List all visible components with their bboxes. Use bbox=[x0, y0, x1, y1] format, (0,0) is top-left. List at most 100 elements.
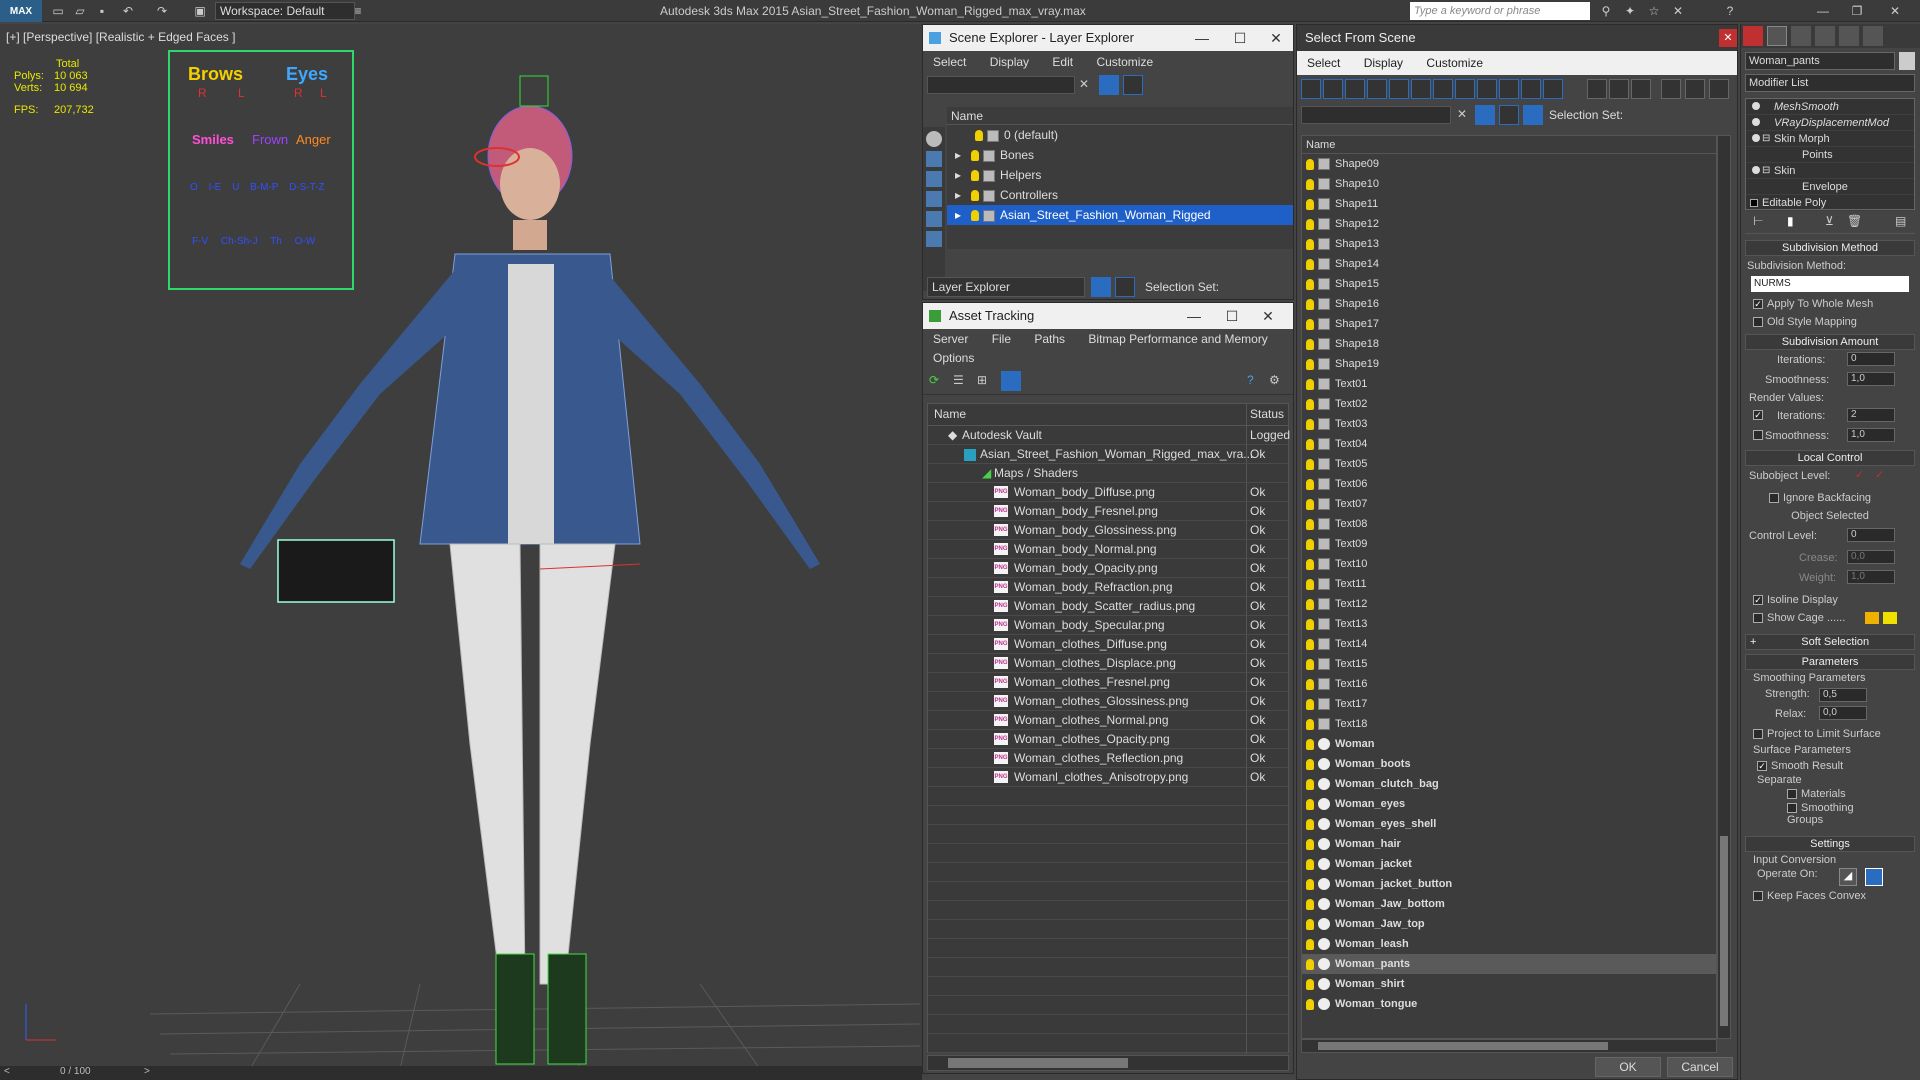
explorer-type-dropdown[interactable]: Layer Explorer bbox=[927, 277, 1085, 297]
select-invert-icon[interactable] bbox=[1631, 79, 1651, 99]
object-row[interactable]: Shape19 bbox=[1302, 354, 1716, 374]
layer-tools-icon[interactable] bbox=[1499, 105, 1519, 125]
select-from-scene-titlebar[interactable]: Select From Scene ✕ bbox=[1297, 25, 1737, 51]
bulb-icon[interactable] bbox=[1306, 358, 1314, 370]
timeline-bar[interactable]: < 0 / 100 > bbox=[0, 1066, 922, 1080]
bulb-icon[interactable] bbox=[1306, 338, 1314, 350]
object-row[interactable]: Text05 bbox=[1302, 454, 1716, 474]
operate-on-faces-icon[interactable]: ◢ bbox=[1839, 868, 1857, 886]
filter-bones-icon[interactable] bbox=[1477, 79, 1497, 99]
asset-tracking-minimize-icon[interactable]: — bbox=[1179, 303, 1209, 329]
bulb-icon[interactable] bbox=[1306, 218, 1314, 230]
select-all-icon[interactable] bbox=[1587, 79, 1607, 99]
hierarchy-tab-icon[interactable] bbox=[1791, 26, 1811, 46]
scene-explorer-maximize-icon[interactable]: ☐ bbox=[1225, 25, 1255, 51]
control-level-spinner[interactable]: 0 bbox=[1847, 528, 1895, 542]
sidebar-helpers-icon[interactable] bbox=[926, 211, 942, 227]
help-icon[interactable]: ? bbox=[1720, 2, 1740, 20]
bulb-icon[interactable] bbox=[1306, 778, 1314, 790]
modifier-toggle-icon[interactable] bbox=[1752, 102, 1760, 110]
object-row[interactable]: Text17 bbox=[1302, 694, 1716, 714]
ignore-backfacing-checkbox[interactable] bbox=[1769, 493, 1779, 504]
asset-row[interactable]: PNG Woman_body_Diffuse.png Ok bbox=[928, 483, 1288, 502]
modifier-stack-item[interactable]: MeshSmooth bbox=[1746, 99, 1914, 115]
modifier-stack-item[interactable]: Envelope bbox=[1746, 179, 1914, 195]
modifier-stack-item[interactable]: Editable Poly bbox=[1746, 195, 1914, 211]
edge-level-icon[interactable]: ✓ bbox=[1875, 468, 1884, 481]
star-icon[interactable]: ☆ bbox=[1644, 2, 1664, 20]
object-row[interactable]: Text08 bbox=[1302, 514, 1716, 534]
create-tab-icon[interactable] bbox=[1743, 26, 1763, 46]
search-input[interactable]: Type a keyword or phrase bbox=[1410, 2, 1590, 20]
bulb-icon[interactable] bbox=[971, 190, 980, 202]
bulb-icon[interactable] bbox=[1306, 278, 1314, 290]
close-icon[interactable]: ✕ bbox=[1880, 2, 1910, 20]
show-cage-option[interactable]: Show Cage ...... bbox=[1753, 612, 1907, 624]
object-row[interactable]: Shape10 bbox=[1302, 174, 1716, 194]
utilities-tab-icon[interactable] bbox=[1863, 26, 1883, 46]
bulb-icon[interactable] bbox=[975, 130, 983, 142]
asset-row[interactable]: PNG Woman_body_Scatter_radius.png Ok bbox=[928, 597, 1288, 616]
iterations-spinner[interactable]: 0 bbox=[1847, 352, 1895, 366]
modifier-expand-icon[interactable]: ⊟ bbox=[1762, 163, 1770, 179]
expand-icon[interactable]: ▸ bbox=[955, 188, 961, 202]
display-filter-icon[interactable] bbox=[1661, 79, 1681, 99]
object-row[interactable]: Text16 bbox=[1302, 674, 1716, 694]
relax-spinner[interactable]: 0,0 bbox=[1819, 706, 1867, 720]
asset-row[interactable]: PNG Woman_clothes_Diffuse.png Ok bbox=[928, 635, 1288, 654]
tools-icon[interactable]: ✦ bbox=[1620, 2, 1640, 20]
object-row[interactable]: Woman bbox=[1302, 734, 1716, 754]
bulb-icon[interactable] bbox=[1306, 598, 1314, 610]
object-row[interactable]: Woman_eyes bbox=[1302, 794, 1716, 814]
asset-tracking-close-icon[interactable]: ✕ bbox=[1253, 303, 1283, 329]
layer-row[interactable]: ▸ Bones bbox=[947, 145, 1293, 165]
expand-icon[interactable]: ▸ bbox=[955, 148, 961, 162]
bulb-icon[interactable] bbox=[1306, 438, 1314, 450]
list-view-icon[interactable]: ☰ bbox=[953, 373, 964, 387]
asset-tracking-titlebar[interactable]: Asset Tracking — ☐ ✕ bbox=[923, 303, 1293, 329]
bulb-icon[interactable] bbox=[1306, 698, 1314, 710]
object-row[interactable]: Woman_boots bbox=[1302, 754, 1716, 774]
menu-select[interactable]: Select bbox=[933, 55, 966, 69]
bulb-icon[interactable] bbox=[1306, 398, 1314, 410]
scroll-thumb[interactable] bbox=[948, 1058, 1128, 1068]
table-view-icon[interactable] bbox=[1001, 371, 1021, 391]
apply-whole-mesh-checkbox[interactable]: ✓ bbox=[1753, 299, 1763, 310]
menu-edit[interactable]: Edit bbox=[1052, 55, 1073, 69]
object-row[interactable]: Text18 bbox=[1302, 714, 1716, 734]
tree-view-icon[interactable]: ⊞ bbox=[977, 373, 987, 387]
object-row[interactable]: Shape18 bbox=[1302, 334, 1716, 354]
bulb-icon[interactable] bbox=[1306, 478, 1314, 490]
bulb-icon[interactable] bbox=[1306, 858, 1314, 870]
object-row[interactable]: Text07 bbox=[1302, 494, 1716, 514]
menu-server[interactable]: Server bbox=[933, 332, 968, 346]
pin-stack-icon[interactable]: ⊢ bbox=[1753, 214, 1763, 228]
ignore-backfacing-option[interactable]: Ignore Backfacing bbox=[1769, 492, 1891, 504]
object-row[interactable]: Text10 bbox=[1302, 554, 1716, 574]
project-limit-checkbox[interactable] bbox=[1753, 729, 1763, 740]
new-file-icon[interactable]: ▭ bbox=[48, 2, 68, 20]
asset-row[interactable]: PNG Woman_clothes_Displace.png Ok bbox=[928, 654, 1288, 673]
materials-checkbox[interactable] bbox=[1787, 789, 1797, 800]
collapse-icon[interactable] bbox=[1709, 79, 1729, 99]
selection-set-icon[interactable] bbox=[1523, 105, 1543, 125]
select-from-scene-close-icon[interactable]: ✕ bbox=[1719, 29, 1737, 47]
layer-row[interactable]: ▸ Controllers bbox=[947, 185, 1293, 205]
bulb-icon[interactable] bbox=[1306, 458, 1314, 470]
modifier-list-dropdown[interactable]: Modifier List bbox=[1745, 74, 1915, 92]
layer-column-header[interactable]: Name bbox=[947, 107, 1293, 125]
bulb-icon[interactable] bbox=[1306, 838, 1314, 850]
expand-icon[interactable]: ▸ bbox=[955, 168, 961, 182]
crease-spinner[interactable]: 0,0 bbox=[1847, 550, 1895, 564]
object-row[interactable]: Woman_pants bbox=[1302, 954, 1716, 974]
weight-spinner[interactable]: 1,0 bbox=[1847, 570, 1895, 584]
sidebar-sphere-icon[interactable] bbox=[926, 131, 942, 147]
apply-whole-mesh-option[interactable]: ✓ Apply To Whole Mesh bbox=[1753, 298, 1907, 310]
bulb-icon[interactable] bbox=[1306, 798, 1314, 810]
rollout-local-control[interactable]: Local Control bbox=[1745, 450, 1915, 466]
object-row[interactable]: Text02 bbox=[1302, 394, 1716, 414]
app-logo[interactable]: MAX bbox=[0, 0, 42, 22]
rollout-soft-selection[interactable]: + Soft Selection bbox=[1745, 634, 1915, 650]
scroll-thumb[interactable] bbox=[1318, 1042, 1608, 1050]
project-folder-icon[interactable]: ▣ bbox=[190, 2, 210, 20]
